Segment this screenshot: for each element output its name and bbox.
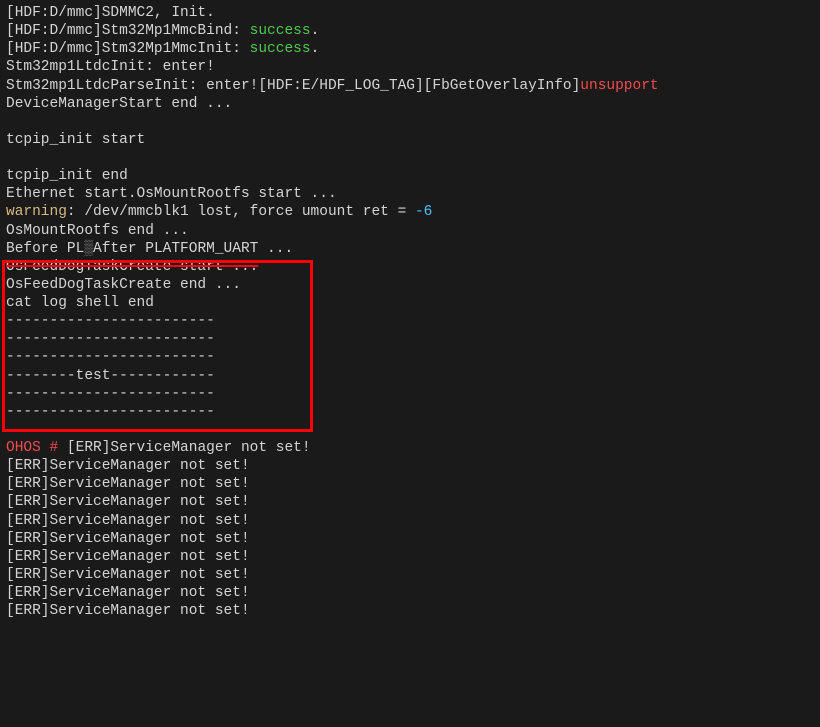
text-segment: [ERR]ServiceManager not set!: [6, 513, 250, 529]
text-segment: cat log shell end: [6, 295, 154, 311]
terminal-line: [ERR]ServiceManager not set!: [6, 512, 814, 530]
text-segment: [ERR]ServiceManager not set!: [6, 476, 250, 492]
text-segment: ------------------------: [6, 349, 215, 365]
terminal-line: ------------------------: [6, 312, 814, 330]
terminal-line: --------test------------: [6, 367, 814, 385]
terminal-line: tcpip_init start: [6, 131, 814, 149]
text-segment: [HDF:D/mmc]Stm32Mp1MmcBind:: [6, 23, 250, 39]
terminal-line: tcpip_init end: [6, 167, 814, 185]
text-segment: DeviceManagerStart end ...: [6, 96, 232, 112]
text-segment: [ERR]ServiceManager not set!: [6, 549, 250, 565]
text-segment: Ethernet start.OsMountRootfs start ...: [6, 186, 337, 202]
text-segment: Stm32mp1LtdcInit: enter!: [6, 59, 215, 75]
text-segment: Before PL: [6, 241, 84, 257]
text-segment: -6: [415, 204, 432, 220]
text-segment: [HDF:D/mmc]Stm32Mp1MmcInit:: [6, 41, 250, 57]
terminal-line: [6, 149, 814, 167]
terminal-line: [ERR]ServiceManager not set!: [6, 530, 814, 548]
text-segment: [ERR]ServiceManager not set!: [67, 440, 311, 456]
terminal-line: Ethernet start.OsMountRootfs start ...: [6, 185, 814, 203]
terminal-line: Before PL▒After PLATFORM_UART ...: [6, 240, 814, 258]
text-segment: warning: [6, 204, 67, 220]
terminal-line: [ERR]ServiceManager not set!: [6, 584, 814, 602]
text-segment: [ERR]ServiceManager not set!: [6, 494, 250, 510]
text-segment: tcpip_init end: [6, 168, 128, 184]
terminal-line: ------------------------: [6, 330, 814, 348]
text-segment: ------------------------: [6, 404, 215, 420]
text-segment: ------------------------: [6, 386, 215, 402]
terminal-line: ------------------------: [6, 348, 814, 366]
text-segment: [HDF:D/mmc]SDMMC2, Init.: [6, 5, 215, 21]
terminal-line: [HDF:D/mmc]Stm32Mp1MmcBind: success.: [6, 22, 814, 40]
text-segment: OsFeedDogTaskCreate end ...: [6, 277, 241, 293]
text-segment: ------------------------: [6, 313, 215, 329]
terminal-line: Stm32mp1LtdcParseInit: enter![HDF:E/HDF_…: [6, 77, 814, 95]
text-segment: [ERR]ServiceManager not set!: [6, 603, 250, 619]
terminal-line: warning: /dev/mmcblk1 lost, force umount…: [6, 203, 814, 221]
terminal-line: [ERR]ServiceManager not set!: [6, 548, 814, 566]
text-segment: : /dev/mmcblk1 lost, force umount ret =: [67, 204, 415, 220]
text-segment: unsupport: [580, 78, 658, 94]
terminal-line: OsFeedDogTaskCreate end ...: [6, 276, 814, 294]
terminal-line: [6, 113, 814, 131]
text-segment: OHOS #: [6, 440, 67, 456]
terminal-line: OsMountRootfs end ...: [6, 222, 814, 240]
terminal-line: cat log shell end: [6, 294, 814, 312]
terminal-line: [ERR]ServiceManager not set!: [6, 493, 814, 511]
terminal-line: Stm32mp1LtdcInit: enter!: [6, 58, 814, 76]
terminal-line: [ERR]ServiceManager not set!: [6, 566, 814, 584]
text-segment: success: [250, 41, 311, 57]
terminal-line: DeviceManagerStart end ...: [6, 95, 814, 113]
text-segment: OsFeedDogTaskCreate start ...: [6, 259, 258, 275]
text-segment: [ERR]ServiceManager not set!: [6, 567, 250, 583]
text-segment: --------test------------: [6, 368, 215, 384]
text-segment: ------------------------: [6, 331, 215, 347]
text-segment: [ERR]ServiceManager not set!: [6, 585, 250, 601]
text-segment: .: [311, 41, 320, 57]
terminal-line: [HDF:D/mmc]Stm32Mp1MmcInit: success.: [6, 40, 814, 58]
terminal-line: [ERR]ServiceManager not set!: [6, 457, 814, 475]
terminal-line: OsFeedDogTaskCreate start ...: [6, 258, 814, 276]
terminal-line: ------------------------: [6, 385, 814, 403]
terminal-line: [HDF:D/mmc]SDMMC2, Init.: [6, 4, 814, 22]
terminal-line: [ERR]ServiceManager not set!: [6, 475, 814, 493]
text-segment: [ERR]ServiceManager not set!: [6, 531, 250, 547]
text-segment: Stm32mp1LtdcParseInit: enter![HDF:E/HDF_…: [6, 78, 580, 94]
text-segment: tcpip_init start: [6, 132, 145, 148]
text-segment: After PLATFORM_UART ...: [93, 241, 293, 257]
terminal-output: [HDF:D/mmc]SDMMC2, Init.[HDF:D/mmc]Stm32…: [6, 4, 814, 620]
terminal-line: OHOS # [ERR]ServiceManager not set!: [6, 439, 814, 457]
text-segment: [ERR]ServiceManager not set!: [6, 458, 250, 474]
terminal-line: [ERR]ServiceManager not set!: [6, 602, 814, 620]
terminal-line: ------------------------: [6, 403, 814, 421]
text-segment: .: [311, 23, 320, 39]
text-segment: OsMountRootfs end ...: [6, 223, 189, 239]
text-segment: success: [250, 23, 311, 39]
text-segment: ▒: [84, 241, 93, 257]
terminal-line: [6, 421, 814, 439]
